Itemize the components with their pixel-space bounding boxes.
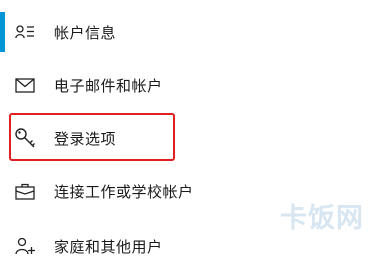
selected-indicator (0, 12, 5, 52)
key-icon (14, 127, 36, 149)
nav-item-family-users[interactable]: 家庭和其他用户 (0, 226, 300, 266)
nav-item-label: 登录选项 (54, 129, 117, 148)
account-info-icon (14, 21, 36, 43)
nav-item-label: 帐户信息 (54, 23, 117, 42)
briefcase-icon (14, 180, 36, 202)
nav-item-email-accounts[interactable]: 电子邮件和帐户 (0, 65, 300, 105)
nav-item-account-info[interactable]: 帐户信息 (0, 12, 300, 52)
settings-accounts-nav: 帐户信息 电子邮件和帐户 登录选项 连接工作或学校帐户 家庭和其他用户 卡饭网 (0, 0, 370, 267)
nav-item-label: 连接工作或学校帐户 (54, 182, 194, 201)
add-person-icon (14, 235, 36, 257)
nav-item-sign-in-options[interactable]: 登录选项 (0, 118, 300, 158)
nav-item-label: 家庭和其他用户 (54, 237, 163, 256)
mail-icon (14, 74, 36, 96)
nav-item-label: 电子邮件和帐户 (54, 76, 163, 95)
nav-item-work-school[interactable]: 连接工作或学校帐户 (0, 171, 300, 211)
